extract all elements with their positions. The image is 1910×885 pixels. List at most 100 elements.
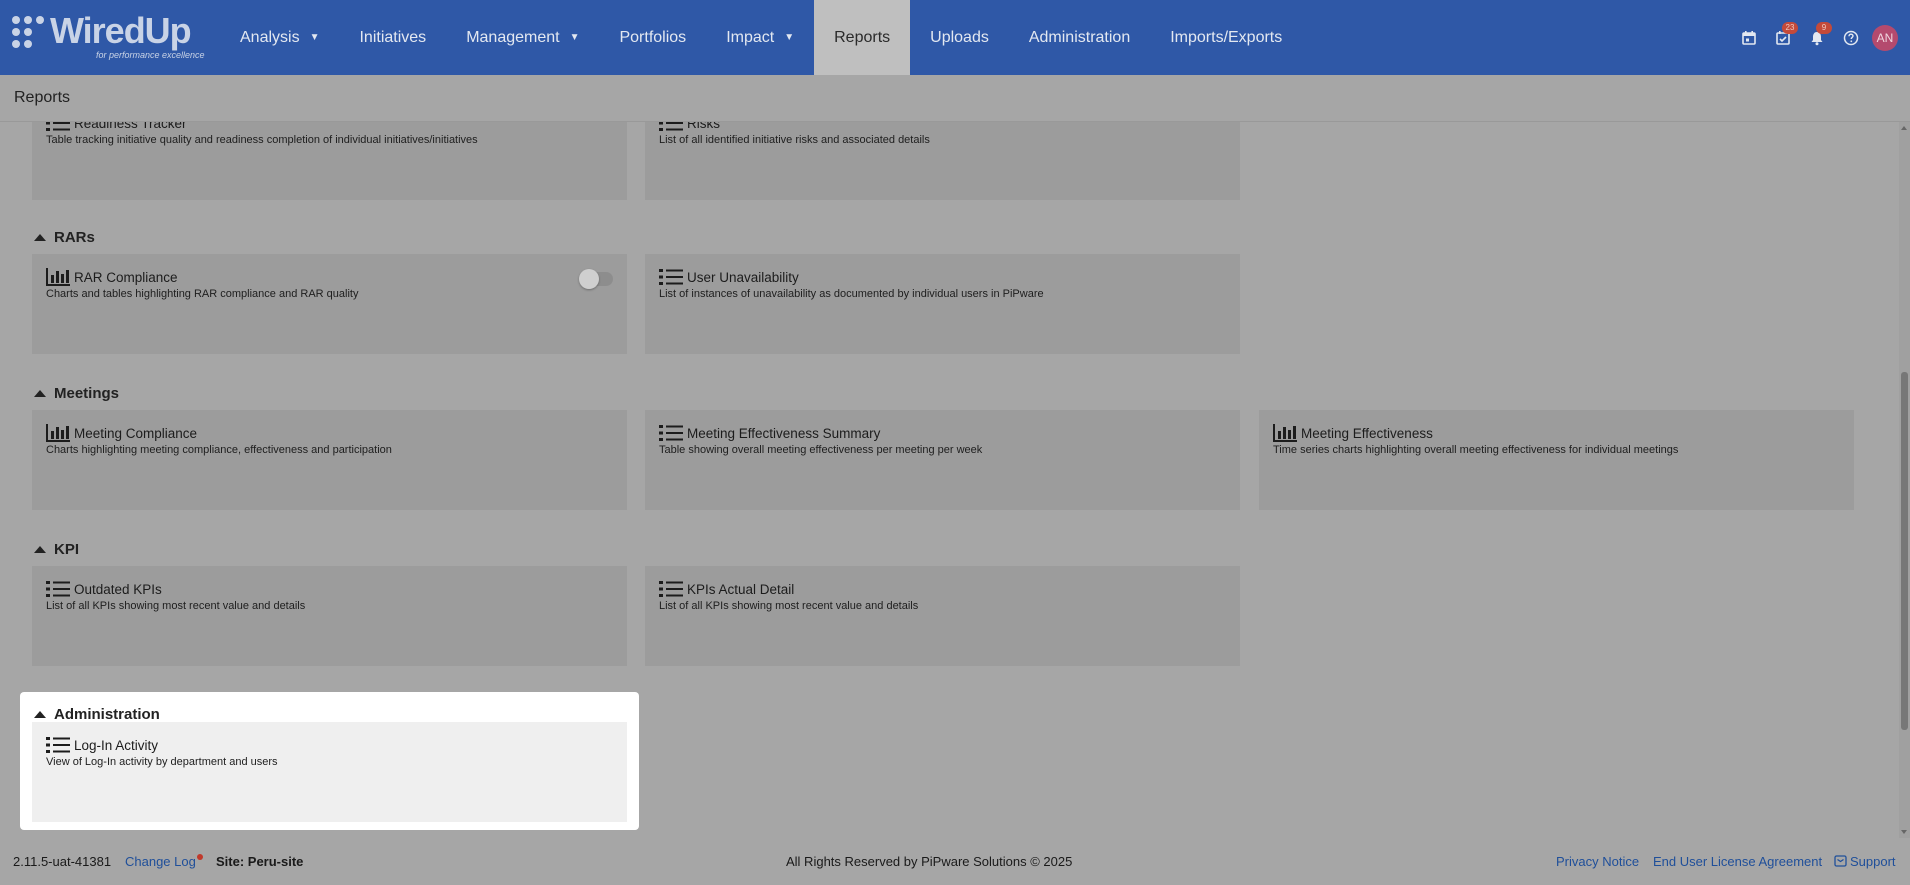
favorite-toggle[interactable]: [579, 269, 613, 289]
card-title: Log-In Activity: [46, 736, 158, 754]
section-title-text: RARs: [54, 229, 95, 246]
wiredup-logo[interactable]: WiredUp for performance excellence: [12, 10, 207, 64]
site-label: Site: Peru-site: [216, 854, 304, 869]
list-icon: [46, 736, 70, 754]
bell-icon[interactable]: 9: [1800, 21, 1834, 55]
report-card-meeting-effectiveness[interactable]: Meeting Effectiveness Time series charts…: [1259, 410, 1854, 510]
help-icon[interactable]: [1834, 21, 1868, 55]
card-title: Meeting Effectiveness: [1273, 424, 1433, 442]
section-toggle-rars[interactable]: RARs: [34, 229, 95, 246]
card-title-text: Readiness Tracker: [74, 122, 187, 131]
card-title: Readiness Tracker: [46, 122, 187, 132]
report-card-user-unavailability[interactable]: User Unavailability List of instances of…: [645, 254, 1240, 354]
card-title-text: Outdated KPIs: [74, 581, 162, 597]
nav-administration[interactable]: Administration: [1009, 0, 1150, 75]
card-description: Table showing overall meeting effectiven…: [659, 444, 983, 456]
footer: 2.11.5-uat-41381 Change Log Site: Peru-s…: [0, 838, 1910, 885]
list-icon: [659, 268, 683, 286]
card-title-text: Meeting Effectiveness Summary: [687, 425, 881, 441]
change-log-label: Change Log: [125, 854, 196, 869]
bar-chart-icon: [1273, 424, 1297, 442]
header-icons: 23 9 AN: [1732, 0, 1910, 75]
report-card-risks[interactable]: Risks List of all identified initiative …: [645, 122, 1240, 200]
card-title: Meeting Compliance: [46, 424, 197, 442]
section-toggle-administration[interactable]: Administration: [34, 706, 160, 723]
support-label: Support: [1850, 854, 1896, 869]
card-title: Outdated KPIs: [46, 580, 162, 598]
report-card-rar-compliance[interactable]: RAR Compliance Charts and tables highlig…: [32, 254, 627, 354]
nav-reports-label: Reports: [834, 28, 891, 46]
caret-down-icon: ▼: [569, 32, 580, 43]
nav-initiatives[interactable]: Initiatives: [339, 0, 446, 75]
collapse-triangle-icon: [34, 546, 46, 553]
nav-imports-exports-label: Imports/Exports: [1170, 28, 1283, 46]
caret-down-icon: ▼: [309, 32, 320, 43]
nav-uploads-label: Uploads: [930, 28, 989, 46]
card-title: User Unavailability: [659, 268, 799, 286]
collapse-triangle-icon: [34, 390, 46, 397]
user-avatar[interactable]: AN: [1872, 24, 1898, 51]
section-toggle-meetings[interactable]: Meetings: [34, 385, 119, 402]
card-title: Risks: [659, 122, 720, 132]
support-link[interactable]: Support: [1834, 854, 1896, 869]
card-title-text: User Unavailability: [687, 269, 799, 285]
report-card-kpis-actual-detail[interactable]: KPIs Actual Detail List of all KPIs show…: [645, 566, 1240, 666]
scroll-thumb[interactable]: [1901, 372, 1908, 730]
nav-impact[interactable]: Impact ▼: [706, 0, 814, 75]
scroll-up-icon[interactable]: [1901, 126, 1907, 130]
bar-chart-icon: [46, 424, 70, 442]
report-card-meeting-compliance[interactable]: Meeting Compliance Charts highlighting m…: [32, 410, 627, 510]
collapse-triangle-icon: [34, 711, 46, 718]
vertical-scrollbar[interactable]: [1899, 122, 1910, 838]
card-title-text: Risks: [687, 122, 720, 131]
eula-link[interactable]: End User License Agreement: [1653, 854, 1822, 869]
card-title-text: KPIs Actual Detail: [687, 581, 795, 597]
scroll-down-icon[interactable]: [1901, 830, 1907, 834]
card-description: Charts highlighting meeting compliance, …: [46, 444, 392, 456]
card-description: Time series charts highlighting overall …: [1273, 444, 1679, 456]
nav-portfolios-label: Portfolios: [619, 28, 687, 46]
card-title: RAR Compliance: [46, 268, 178, 286]
report-card-meeting-effectiveness-summary[interactable]: Meeting Effectiveness Summary Table show…: [645, 410, 1240, 510]
new-indicator-dot: [196, 854, 203, 860]
caret-down-icon: ▼: [784, 32, 795, 43]
tasks-badge: 23: [1782, 21, 1798, 34]
card-description: Table tracking initiative quality and re…: [46, 134, 478, 146]
card-description: List of all KPIs showing most recent val…: [659, 600, 919, 612]
nav-reports[interactable]: Reports: [814, 0, 911, 75]
page-header: Reports: [0, 75, 1910, 122]
card-title-text: Log-In Activity: [74, 737, 159, 753]
section-title-text: Administration: [54, 706, 160, 723]
section-title-text: Meetings: [54, 385, 120, 402]
nav-management[interactable]: Management ▼: [446, 0, 599, 75]
nav-uploads[interactable]: Uploads: [910, 0, 1009, 75]
page-title: Reports: [14, 89, 71, 106]
list-icon: [46, 122, 70, 132]
report-card-readiness-tracker[interactable]: Readiness Tracker Table tracking initiat…: [32, 122, 627, 200]
copyright-text: All Rights Reserved by PiPware Solutions…: [786, 854, 1073, 869]
nav-analysis-label: Analysis: [240, 28, 300, 46]
card-title-text: RAR Compliance: [74, 269, 178, 285]
main-nav: Analysis ▼ Initiatives Management ▼ Portfo…: [220, 0, 1302, 75]
administration-section-highlight: Administration Log-In Activity View of L…: [20, 692, 639, 830]
privacy-notice-link[interactable]: Privacy Notice: [1556, 854, 1639, 869]
calendar-icon[interactable]: [1732, 21, 1766, 55]
list-icon: [46, 580, 70, 598]
collapse-triangle-icon: [34, 234, 46, 241]
card-title: KPIs Actual Detail: [659, 580, 794, 598]
tasks-icon[interactable]: 23: [1766, 21, 1800, 55]
section-toggle-kpi[interactable]: KPI: [34, 541, 79, 558]
report-card-outdated-kpis[interactable]: Outdated KPIs List of all KPIs showing m…: [32, 566, 627, 666]
nav-analysis[interactable]: Analysis ▼: [220, 0, 339, 75]
card-title: Meeting Effectiveness Summary: [659, 424, 880, 442]
nav-management-label: Management: [466, 28, 560, 46]
nav-imports-exports[interactable]: Imports/Exports: [1150, 0, 1302, 75]
nav-portfolios[interactable]: Portfolios: [599, 0, 706, 75]
card-description: List of instances of unavailability as d…: [659, 288, 1044, 300]
change-log-link[interactable]: Change Log: [125, 854, 203, 869]
list-icon: [659, 122, 683, 132]
bar-chart-icon: [46, 268, 70, 286]
nav-administration-label: Administration: [1028, 28, 1131, 46]
report-card-log-in-activity[interactable]: Log-In Activity View of Log-In activity …: [32, 722, 627, 822]
support-icon: [1834, 855, 1847, 867]
